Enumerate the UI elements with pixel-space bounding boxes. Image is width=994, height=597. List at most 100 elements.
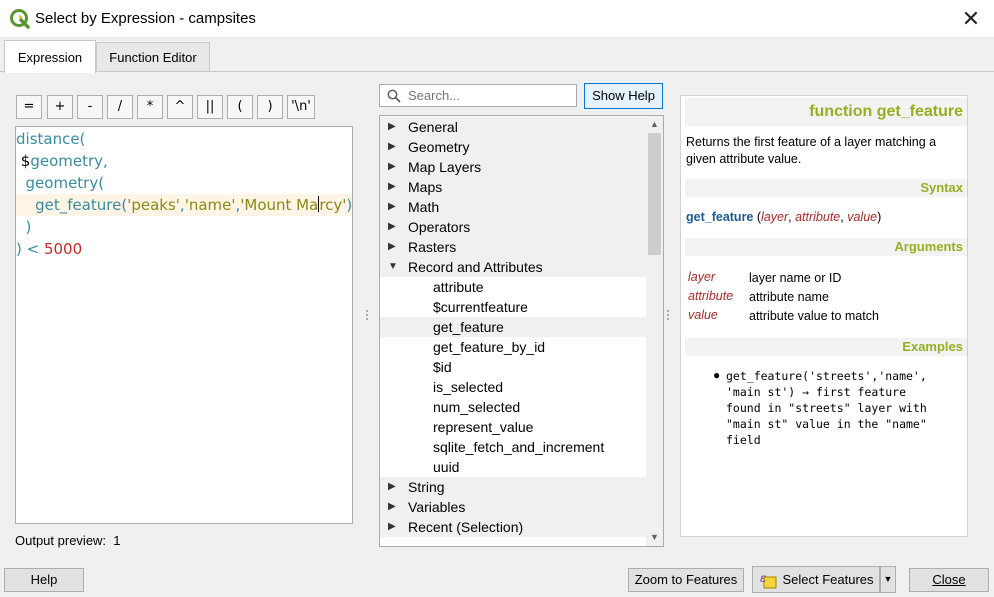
tree-item[interactable]: $currentfeature: [380, 297, 647, 317]
tree-item-label: uuid: [433, 459, 460, 475]
code-token: rcy': [319, 196, 347, 214]
collapsed-arrow-icon[interactable]: ▶: [388, 197, 396, 217]
syntax-arg-value: value: [847, 210, 878, 224]
operator-plus-button[interactable]: +: [47, 95, 73, 119]
close-button[interactable]: Close: [909, 568, 989, 592]
collapsed-arrow-icon[interactable]: ▶: [388, 497, 396, 517]
code-line: get_feature('peaks','name','Mount Marcy'…: [16, 194, 352, 216]
collapsed-arrow-icon[interactable]: ▶: [388, 477, 396, 497]
function-search-box[interactable]: [379, 84, 577, 107]
tree-scrollbar[interactable]: ▲ ▼: [646, 116, 663, 546]
tree-group-expanded[interactable]: ▼ Record and Attributes: [380, 257, 647, 277]
expanded-arrow-icon[interactable]: ▼: [388, 257, 398, 277]
expression-editor[interactable]: distance( $geometry, geometry( get_featu…: [15, 126, 353, 524]
tree-item-label: Recent (Selection): [408, 519, 524, 535]
collapsed-arrow-icon[interactable]: ▶: [388, 217, 396, 237]
argument-description: attribute name: [749, 290, 829, 304]
code-token: 'name': [184, 196, 236, 214]
tree-item[interactable]: attribute: [380, 277, 647, 297]
output-preview-label: Output preview:: [15, 533, 107, 548]
tree-item-label: represent_value: [433, 419, 534, 435]
operator-divide-button[interactable]: /: [107, 95, 133, 119]
tree-group[interactable]: ▶ Operators: [380, 217, 647, 237]
tree-item-selected[interactable]: get_feature: [380, 317, 647, 337]
tree-group[interactable]: ▶ General: [380, 117, 647, 137]
output-preview: Output preview: 1: [15, 533, 121, 548]
operator-equals-button[interactable]: =: [16, 95, 42, 119]
tree-item[interactable]: represent_value: [380, 417, 647, 437]
collapsed-arrow-icon[interactable]: ▶: [388, 117, 396, 137]
tree-item-label: attribute: [433, 279, 484, 295]
syntax-signature: get_feature (layer, attribute, value): [686, 210, 882, 224]
tree-item[interactable]: uuid: [380, 457, 647, 477]
tree-item[interactable]: $id: [380, 357, 647, 377]
code-token: 'Mount Ma: [240, 196, 319, 214]
tab-expression[interactable]: Expression: [4, 40, 96, 73]
show-help-button[interactable]: Show Help: [584, 83, 663, 109]
select-features-dropdown-icon[interactable]: ▼: [880, 566, 896, 593]
help-description-line-1: Returns the first feature of a layer mat…: [686, 135, 937, 149]
argument-name: attribute: [688, 289, 734, 303]
code-token: ): [16, 218, 32, 236]
scroll-up-icon[interactable]: ▲: [646, 116, 663, 133]
operator-multiply-button[interactable]: *: [137, 95, 163, 119]
tree-item-label: Operators: [408, 219, 471, 235]
tree-item-label: get_feature: [433, 319, 504, 335]
scroll-down-icon[interactable]: ▼: [646, 529, 663, 546]
select-features-button[interactable]: ε Select Features: [752, 566, 880, 593]
operator-power-button[interactable]: ^: [167, 95, 193, 119]
code-line: geometry(: [16, 172, 352, 194]
tree-item-label: Math: [408, 199, 440, 215]
collapsed-arrow-icon[interactable]: ▶: [388, 177, 396, 197]
operator-concat-button[interactable]: ||: [197, 95, 223, 119]
collapsed-arrow-icon[interactable]: ▶: [388, 137, 396, 157]
example-line: get_feature('streets','name',: [726, 369, 927, 383]
tab-function-editor[interactable]: Function Editor: [96, 42, 210, 72]
window-title: Select by Expression - campsites: [35, 10, 256, 27]
syntax-function-name: get_feature: [686, 210, 754, 224]
code-token: geometry,: [30, 152, 108, 170]
operator-minus-button[interactable]: -: [77, 95, 103, 119]
tree-item-label: String: [408, 479, 445, 495]
tree-item[interactable]: sqlite_fetch_and_increment: [380, 437, 647, 457]
operator-close-paren-button[interactable]: ): [257, 95, 283, 119]
tree-group[interactable]: ▶ Recent (Selection): [380, 517, 647, 537]
example-line: 'main st') → first feature: [726, 385, 907, 399]
scroll-thumb[interactable]: [648, 133, 661, 255]
operator-open-paren-button[interactable]: (: [227, 95, 253, 119]
operator-newline-button[interactable]: '\n': [287, 95, 315, 119]
code-line: ) < 5000: [16, 238, 352, 260]
select-expression-icon: ε: [760, 571, 777, 589]
collapsed-arrow-icon[interactable]: ▶: [388, 517, 396, 537]
tree-item[interactable]: is_selected: [380, 377, 647, 397]
tree-group[interactable]: ▶ Math: [380, 197, 647, 217]
tab-divider: [0, 71, 994, 72]
splitter-handle-right[interactable]: [667, 310, 670, 324]
zoom-to-features-button[interactable]: Zoom to Features: [628, 568, 744, 592]
code-token: ) <: [16, 240, 44, 258]
window-close-icon[interactable]: ✕: [958, 6, 984, 32]
tree-item[interactable]: get_feature_by_id: [380, 337, 647, 357]
example-bullet-icon: ●: [713, 368, 721, 382]
splitter-handle-left[interactable]: [366, 310, 369, 324]
tree-group[interactable]: ▶ Map Layers: [380, 157, 647, 177]
collapsed-arrow-icon[interactable]: ▶: [388, 157, 396, 177]
tree-item[interactable]: num_selected: [380, 397, 647, 417]
help-button[interactable]: Help: [4, 568, 84, 592]
code-line: $geometry,: [16, 150, 352, 172]
example-line: "main st" value in the "name": [726, 417, 927, 431]
collapsed-arrow-icon[interactable]: ▶: [388, 237, 396, 257]
tree-group[interactable]: ▶ Maps: [380, 177, 647, 197]
select-features-label: Select Features: [782, 572, 874, 587]
tree-group[interactable]: ▶ String: [380, 477, 647, 497]
tree-item-label: is_selected: [433, 379, 504, 395]
tree-item-label: num_selected: [433, 399, 521, 415]
syntax-heading: Syntax: [685, 179, 967, 197]
tree-group[interactable]: ▶ Variables: [380, 497, 647, 517]
function-tree[interactable]: ▶ General ▶ Geometry ▶ Map Layers ▶ Maps ▶ Math ▶ O…: [379, 115, 664, 547]
tree-group[interactable]: ▶ Geometry: [380, 137, 647, 157]
tree-group[interactable]: ▶ Rasters: [380, 237, 647, 257]
code-token: $: [20, 152, 31, 170]
search-input[interactable]: [406, 87, 571, 104]
code-token: geometry(: [16, 174, 105, 192]
